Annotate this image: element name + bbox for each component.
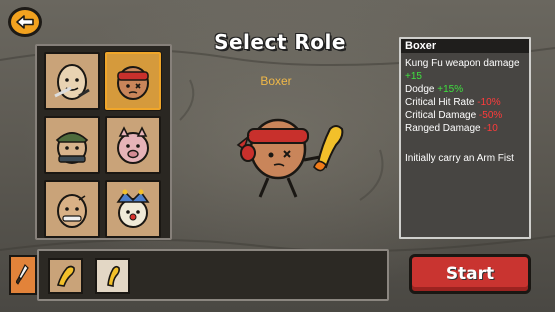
selected-role-name: Boxer bbox=[260, 74, 292, 88]
stat-line: Ranged Damage -10 bbox=[405, 122, 525, 135]
weapon-tab[interactable] bbox=[9, 255, 37, 295]
stat-line: +15 bbox=[405, 70, 525, 83]
knife-icon bbox=[16, 264, 29, 285]
role-slot-bandage[interactable] bbox=[44, 180, 100, 238]
stat-label: Kung Fu weapon damage bbox=[405, 58, 520, 69]
arm-fist-icon bbox=[106, 265, 120, 287]
stat-line: Critical Hit Rate -10% bbox=[405, 96, 525, 109]
stat-line: Dodge +15% bbox=[405, 83, 525, 96]
pig-role-icon bbox=[117, 126, 149, 164]
role-slot-jester[interactable] bbox=[105, 180, 161, 238]
role-panel bbox=[35, 44, 172, 240]
arm-fist-weapon bbox=[313, 125, 344, 172]
stat-label: Dodge bbox=[405, 84, 438, 95]
role-slot-egg-knife[interactable] bbox=[44, 52, 100, 110]
jester-role-icon bbox=[116, 189, 150, 228]
arrow-left-icon bbox=[16, 15, 34, 29]
role-info-body: Kung Fu weapon damage +15 Dodge +15% Cri… bbox=[401, 53, 529, 165]
role-info-title: Boxer bbox=[401, 39, 529, 53]
boxer-character-preview bbox=[236, 118, 344, 198]
page-title: Select Role bbox=[214, 30, 346, 54]
stat-line: Kung Fu weapon damage bbox=[405, 57, 525, 70]
stat-line: Critical Damage -50% bbox=[405, 109, 525, 122]
role-info-panel: Boxer Kung Fu weapon damage +15 Dodge +1… bbox=[399, 37, 531, 239]
back-button[interactable] bbox=[8, 7, 42, 37]
inventory-slot-2[interactable] bbox=[95, 258, 130, 294]
stat-value: -50% bbox=[478, 110, 503, 121]
stat-value: -10 bbox=[483, 123, 498, 134]
arm-fist-icon bbox=[56, 265, 75, 287]
stat-value: +15 bbox=[405, 71, 422, 82]
boxer-role-icon bbox=[117, 66, 149, 100]
stat-label: Ranged Damage bbox=[405, 123, 484, 134]
soldier-role-icon bbox=[55, 132, 89, 164]
egg-knife-role-icon bbox=[54, 64, 90, 100]
stat-label: Critical Damage bbox=[405, 110, 479, 121]
inventory-slot-1[interactable] bbox=[48, 258, 83, 294]
stat-label: Critical Hit Rate bbox=[405, 97, 478, 108]
bandage-role-icon bbox=[57, 194, 87, 228]
stat-value: -10% bbox=[477, 97, 501, 108]
stat-value: +15% bbox=[437, 84, 464, 95]
role-slot-pig[interactable] bbox=[105, 116, 161, 174]
role-grid bbox=[44, 52, 164, 238]
role-slot-soldier[interactable] bbox=[44, 116, 100, 174]
inventory-bar bbox=[37, 249, 389, 301]
role-slot-boxer[interactable] bbox=[105, 52, 161, 110]
start-button[interactable]: Start bbox=[409, 254, 531, 294]
role-description: Initially carry an Arm Fist bbox=[405, 153, 514, 164]
